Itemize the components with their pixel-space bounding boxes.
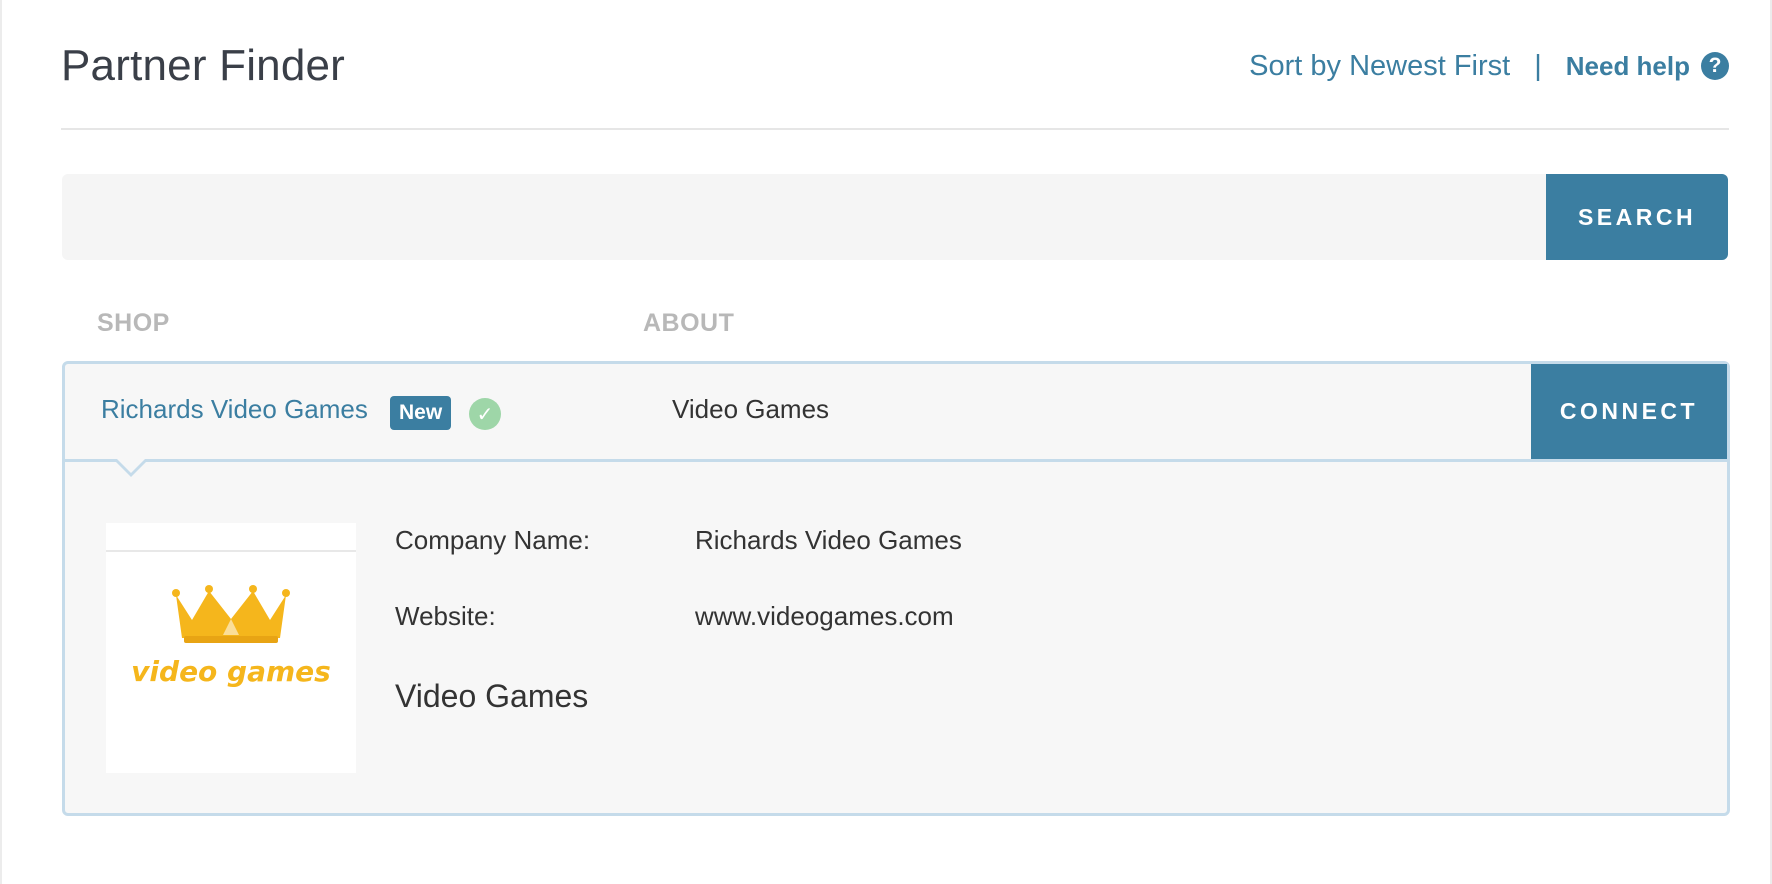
column-header-about: ABOUT [643, 309, 735, 337]
partner-row[interactable]: Richards Video Games New ✓ Video Games C… [65, 364, 1727, 462]
partner-finder-page: Partner Finder Sort by Newest First | Ne… [0, 0, 1772, 884]
crown-icon: video games [131, 585, 331, 688]
row-pointer-arrow-fill [117, 459, 145, 473]
partner-card: Richards Video Games New ✓ Video Games C… [62, 361, 1730, 816]
column-header-shop: SHOP [97, 309, 170, 337]
search-button[interactable]: SEARCH [1546, 174, 1728, 260]
page-title: Partner Finder [61, 41, 346, 90]
search-bar: SEARCH [62, 174, 1728, 260]
need-help-link[interactable]: Need help [1566, 51, 1690, 82]
search-input[interactable] [62, 174, 1546, 260]
website-label: Website: [395, 601, 496, 631]
new-badge: New [390, 396, 452, 430]
partner-detail-about: Video Games [395, 678, 589, 714]
question-circle-icon[interactable]: ? [1701, 52, 1729, 80]
connect-button[interactable]: CONNECT [1531, 364, 1727, 459]
partner-shop-name-link[interactable]: Richards Video Games [101, 394, 368, 425]
partner-logo: video games [106, 523, 356, 773]
header-divider: | [1534, 49, 1542, 82]
logo-text: video games [131, 655, 331, 688]
website-value: www.videogames.com [695, 601, 954, 631]
check-circle-icon: ✓ [469, 398, 501, 430]
company-name-label: Company Name: [395, 525, 591, 555]
header-divider-line [61, 128, 1729, 130]
partner-about: Video Games [672, 394, 830, 424]
header-actions: Sort by Newest First | Need help ? [1249, 48, 1729, 84]
page-header: Partner Finder Sort by Newest First | Ne… [61, 38, 1729, 90]
sort-newest-link[interactable]: Sort by Newest First [1249, 50, 1510, 83]
company-name-value: Richards Video Games [695, 525, 962, 555]
